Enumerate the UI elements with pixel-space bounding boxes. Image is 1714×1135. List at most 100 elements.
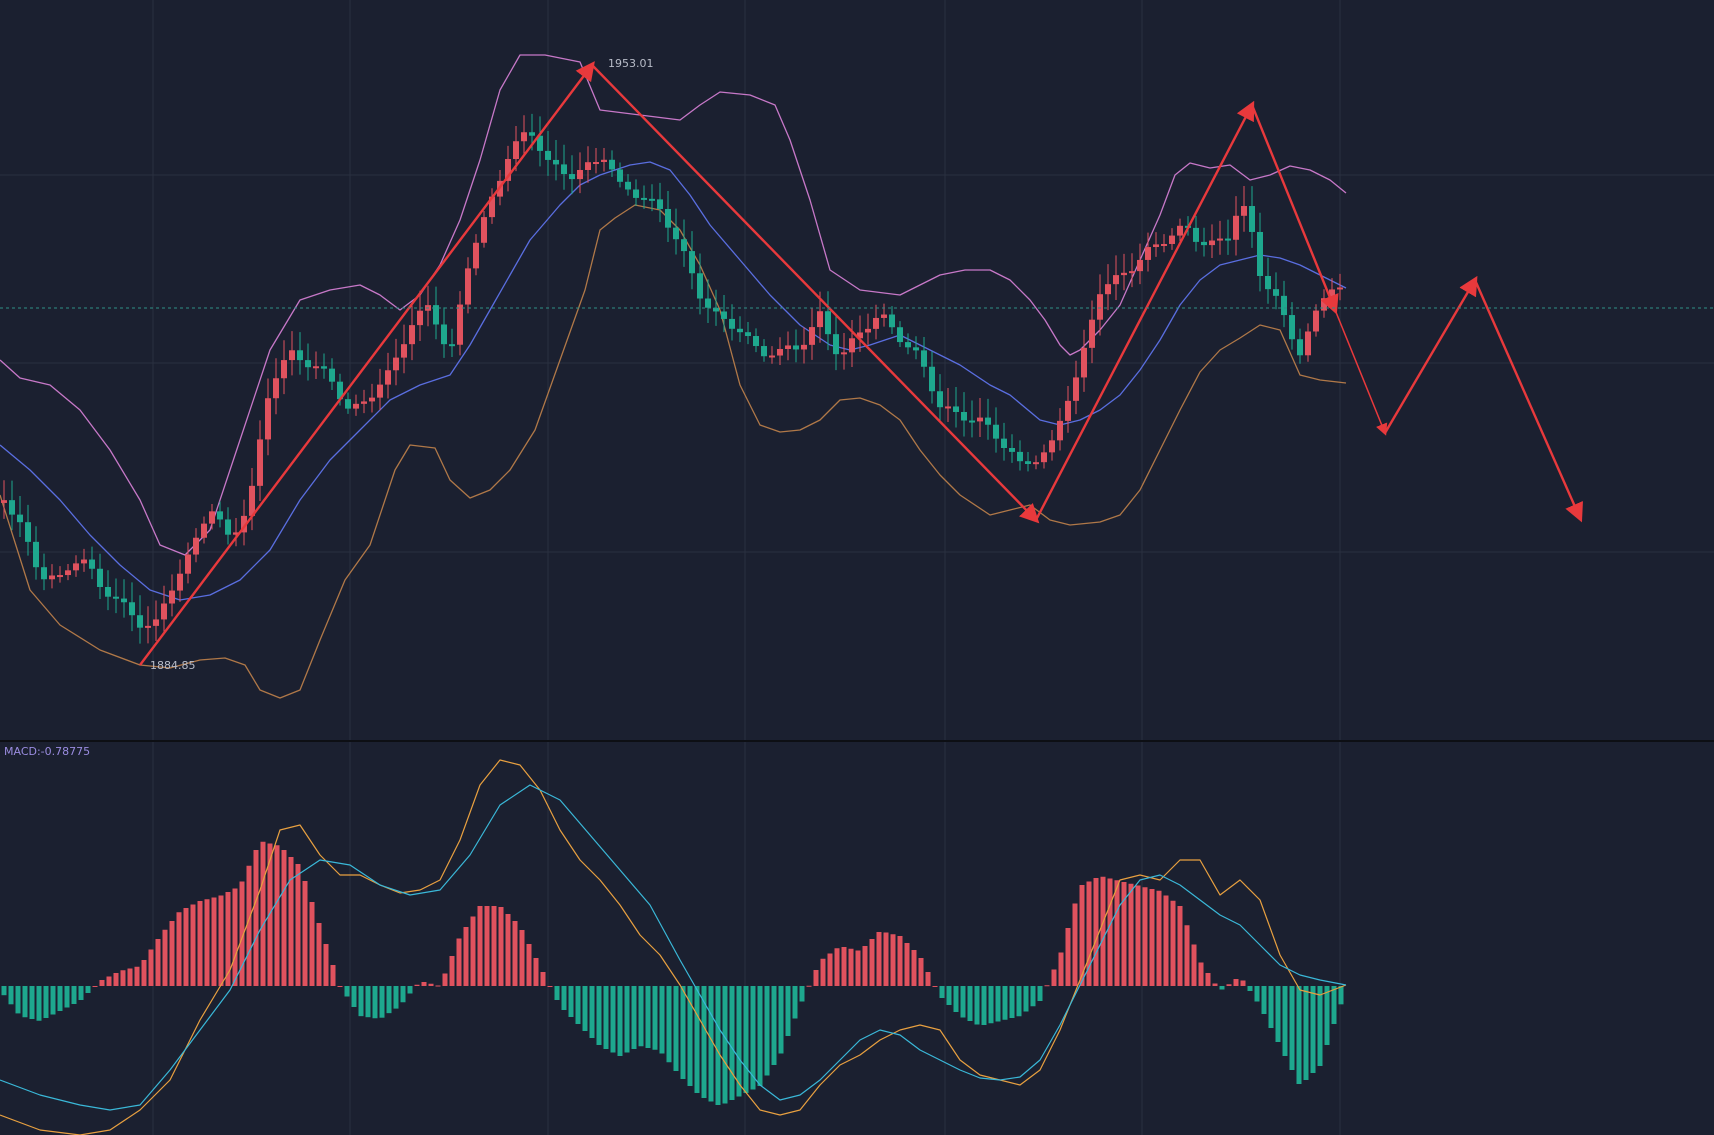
macd-histogram-bar: [1030, 986, 1036, 1007]
macd-histogram-bar: [477, 906, 483, 986]
macd-histogram-bar: [1156, 890, 1162, 986]
candle-body: [1265, 275, 1271, 290]
macd-histogram-bar: [1184, 925, 1190, 986]
candle-body: [481, 217, 487, 243]
candle-body: [1225, 238, 1231, 241]
macd-histogram-bar: [309, 902, 315, 986]
macd-histogram-bar: [841, 947, 847, 986]
macd-histogram-bar: [288, 857, 294, 986]
macd-histogram-bar: [1044, 985, 1050, 987]
macd-histogram-bar: [575, 986, 581, 1024]
macd-histogram-bar: [631, 986, 637, 1049]
candle-body: [977, 417, 983, 422]
candle-body: [1, 500, 7, 503]
macd-histogram-bar: [1310, 986, 1316, 1073]
macd-histogram-bar: [155, 939, 161, 986]
macd-histogram-bar: [995, 986, 1001, 1022]
macd-histogram-bar: [379, 986, 385, 1018]
candle-body: [617, 169, 623, 182]
candle-body: [697, 273, 703, 299]
candle-body: [1153, 244, 1159, 248]
candle-body: [81, 559, 87, 564]
candle-body: [153, 619, 159, 626]
macd-histogram-bar: [778, 986, 784, 1054]
macd-histogram-bar: [295, 864, 301, 986]
candle-body: [849, 338, 855, 353]
macd-histogram-bar: [43, 986, 49, 1018]
macd-histogram-bar: [729, 986, 735, 1100]
candle-body: [1137, 259, 1143, 272]
candle-body: [1065, 400, 1071, 421]
macd-histogram-bar: [568, 986, 574, 1017]
macd-histogram-bar: [393, 986, 399, 1009]
macd-histogram-bar: [127, 968, 133, 986]
macd-histogram-bar: [764, 986, 770, 1076]
candle-body: [465, 268, 471, 305]
candle-body: [633, 189, 639, 198]
candle-body: [193, 537, 199, 555]
macd-histogram-bar: [302, 881, 308, 986]
candle-body: [201, 523, 207, 538]
macd-histogram-bar: [1142, 887, 1148, 986]
macd-histogram-bar: [603, 986, 609, 1049]
macd-histogram-bar: [1100, 876, 1106, 986]
candle-body: [57, 575, 63, 578]
candle-body: [273, 378, 279, 399]
macd-histogram-bar: [876, 932, 882, 986]
candle-body: [417, 310, 423, 326]
candle-body: [1001, 438, 1007, 448]
candle-body: [745, 332, 751, 337]
candle-body: [945, 406, 951, 409]
macd-histogram-bar: [953, 986, 959, 1012]
macd-histogram-bar: [1331, 986, 1337, 1024]
macd-histogram-bar: [372, 986, 378, 1019]
macd-histogram-bar: [414, 984, 420, 986]
macd-histogram-bar: [22, 986, 28, 1018]
macd-histogram-bar: [1009, 986, 1015, 1018]
macd-histogram-bar: [316, 923, 322, 986]
macd-histogram-bar: [792, 986, 798, 1019]
macd-histogram-bar: [351, 986, 357, 1007]
macd-histogram-bar: [820, 958, 826, 986]
candle-body: [625, 181, 631, 190]
macd-histogram-bar: [435, 985, 441, 987]
macd-histogram-bar: [799, 986, 805, 1002]
macd-histogram-bar: [470, 916, 476, 986]
macd-histogram-bar: [141, 960, 147, 986]
macd-histogram-bar: [785, 986, 791, 1036]
candle-body: [89, 559, 95, 569]
macd-histogram-bar: [36, 986, 42, 1021]
candle-body: [1313, 310, 1319, 332]
candle-body: [9, 500, 15, 515]
candle-body: [105, 586, 111, 597]
candle-body: [753, 336, 759, 347]
macd-histogram-bar: [85, 986, 91, 993]
macd-histogram-bar: [897, 936, 903, 986]
candle-body: [889, 314, 895, 328]
macd-histogram-bar: [771, 986, 777, 1065]
macd-histogram-bar: [1268, 986, 1274, 1028]
macd-histogram-bar: [162, 929, 168, 986]
candle-body: [681, 239, 687, 252]
candle-body: [1305, 331, 1311, 356]
macd-histogram-bar: [421, 982, 427, 986]
candle-body: [185, 554, 191, 574]
candle-body: [913, 347, 919, 351]
candle-body: [593, 162, 599, 165]
macd-histogram-bar: [911, 950, 917, 986]
macd-histogram-bar: [1107, 878, 1113, 986]
candle-body: [833, 334, 839, 355]
price-chart[interactable]: 1953.01 1884.85 MACD:-0.78775: [0, 0, 1714, 1135]
candle-body: [809, 327, 815, 345]
macd-histogram-bar: [365, 986, 371, 1018]
macd-histogram-bar: [1128, 883, 1134, 986]
macd-histogram-bar: [498, 907, 504, 986]
low-label: 1884.85: [150, 659, 196, 672]
macd-histogram-bar: [596, 986, 602, 1045]
macd-histogram-bar: [582, 986, 588, 1031]
candle-body: [161, 603, 167, 620]
macd-histogram-bar: [512, 921, 518, 986]
candle-body: [641, 197, 647, 200]
macd-histogram-bar: [1149, 889, 1155, 986]
macd-histogram-bar: [722, 986, 728, 1104]
